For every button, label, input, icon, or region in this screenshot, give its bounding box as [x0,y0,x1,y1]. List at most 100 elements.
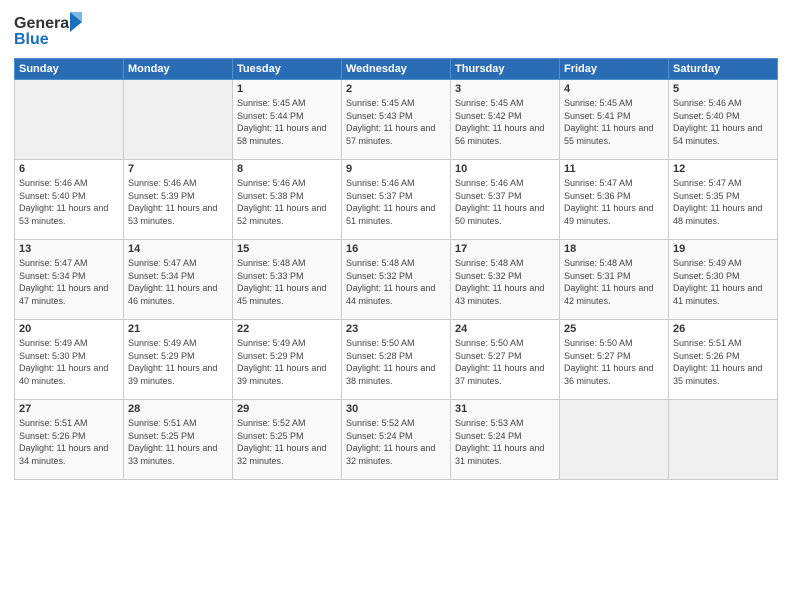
week-row-5: 27 Sunrise: 5:51 AM Sunset: 5:26 PM Dayli… [15,400,778,480]
day-info: Sunrise: 5:49 AM Sunset: 5:29 PM Dayligh… [128,337,228,387]
day-info: Sunrise: 5:45 AM Sunset: 5:41 PM Dayligh… [564,97,664,147]
day-number: 1 [237,83,337,95]
day-number: 15 [237,243,337,255]
calendar-cell [124,80,233,160]
day-info: Sunrise: 5:46 AM Sunset: 5:37 PM Dayligh… [455,177,555,227]
day-number: 29 [237,403,337,415]
day-info: Sunrise: 5:48 AM Sunset: 5:32 PM Dayligh… [346,257,446,307]
day-number: 14 [128,243,228,255]
day-info: Sunrise: 5:48 AM Sunset: 5:32 PM Dayligh… [455,257,555,307]
calendar-cell: 4 Sunrise: 5:45 AM Sunset: 5:41 PM Daylig… [560,80,669,160]
calendar-cell: 11 Sunrise: 5:47 AM Sunset: 5:36 PM Dayli… [560,160,669,240]
header: GeneralBlue [14,10,778,52]
day-info: Sunrise: 5:52 AM Sunset: 5:24 PM Dayligh… [346,417,446,467]
day-info: Sunrise: 5:50 AM Sunset: 5:28 PM Dayligh… [346,337,446,387]
day-number: 21 [128,323,228,335]
day-number: 4 [564,83,664,95]
day-number: 18 [564,243,664,255]
day-number: 10 [455,163,555,175]
day-info: Sunrise: 5:49 AM Sunset: 5:30 PM Dayligh… [19,337,119,387]
calendar-cell: 22 Sunrise: 5:49 AM Sunset: 5:29 PM Dayli… [233,320,342,400]
logo-svg: GeneralBlue [14,10,84,52]
week-row-2: 6 Sunrise: 5:46 AM Sunset: 5:40 PM Daylig… [15,160,778,240]
calendar-cell: 7 Sunrise: 5:46 AM Sunset: 5:39 PM Daylig… [124,160,233,240]
calendar-cell: 19 Sunrise: 5:49 AM Sunset: 5:30 PM Dayli… [669,240,778,320]
day-info: Sunrise: 5:45 AM Sunset: 5:43 PM Dayligh… [346,97,446,147]
day-number: 17 [455,243,555,255]
day-number: 6 [19,163,119,175]
day-info: Sunrise: 5:46 AM Sunset: 5:39 PM Dayligh… [128,177,228,227]
calendar-cell: 6 Sunrise: 5:46 AM Sunset: 5:40 PM Daylig… [15,160,124,240]
day-number: 13 [19,243,119,255]
day-info: Sunrise: 5:53 AM Sunset: 5:24 PM Dayligh… [455,417,555,467]
calendar-cell: 21 Sunrise: 5:49 AM Sunset: 5:29 PM Dayli… [124,320,233,400]
calendar-cell: 25 Sunrise: 5:50 AM Sunset: 5:27 PM Dayli… [560,320,669,400]
calendar-cell: 8Sunrise: 5:46 AM Sunset: 5:38 PM Daylig… [233,160,342,240]
day-info: Sunrise: 5:47 AM Sunset: 5:36 PM Dayligh… [564,177,664,227]
calendar-table: SundayMondayTuesdayWednesdayThursdayFrid… [14,58,778,480]
calendar-cell: 10 Sunrise: 5:46 AM Sunset: 5:37 PM Dayli… [451,160,560,240]
calendar-cell [669,400,778,480]
day-info: Sunrise: 5:45 AM Sunset: 5:44 PM Dayligh… [237,97,337,147]
calendar-cell: 28Sunrise: 5:51 AM Sunset: 5:25 PM Dayli… [124,400,233,480]
day-number: 8 [237,163,337,175]
header-friday: Friday [560,59,669,80]
calendar-cell: 29Sunrise: 5:52 AM Sunset: 5:25 PM Dayli… [233,400,342,480]
day-number: 24 [455,323,555,335]
day-info: Sunrise: 5:49 AM Sunset: 5:30 PM Dayligh… [673,257,773,307]
day-info: Sunrise: 5:51 AM Sunset: 5:26 PM Dayligh… [19,417,119,467]
day-number: 3 [455,83,555,95]
calendar-cell: 14Sunrise: 5:47 AM Sunset: 5:34 PM Dayli… [124,240,233,320]
day-number: 31 [455,403,555,415]
page-container: GeneralBlue SundayMondayTuesdayWednesday… [0,0,792,490]
svg-text:General: General [14,15,74,32]
day-info: Sunrise: 5:47 AM Sunset: 5:34 PM Dayligh… [19,257,119,307]
week-row-4: 20 Sunrise: 5:49 AM Sunset: 5:30 PM Dayli… [15,320,778,400]
day-number: 2 [346,83,446,95]
day-info: Sunrise: 5:46 AM Sunset: 5:40 PM Dayligh… [19,177,119,227]
week-row-1: 1 Sunrise: 5:45 AM Sunset: 5:44 PM Daylig… [15,80,778,160]
calendar-cell: 24Sunrise: 5:50 AM Sunset: 5:27 PM Dayli… [451,320,560,400]
calendar-cell: 30 Sunrise: 5:52 AM Sunset: 5:24 PM Dayli… [342,400,451,480]
calendar-cell: 16 Sunrise: 5:48 AM Sunset: 5:32 PM Dayli… [342,240,451,320]
day-number: 11 [564,163,664,175]
calendar-cell: 26Sunrise: 5:51 AM Sunset: 5:26 PM Dayli… [669,320,778,400]
svg-text:Blue: Blue [14,31,49,48]
header-saturday: Saturday [669,59,778,80]
day-number: 9 [346,163,446,175]
day-info: Sunrise: 5:46 AM Sunset: 5:40 PM Dayligh… [673,97,773,147]
day-info: Sunrise: 5:49 AM Sunset: 5:29 PM Dayligh… [237,337,337,387]
day-number: 23 [346,323,446,335]
day-number: 16 [346,243,446,255]
calendar-cell: 12Sunrise: 5:47 AM Sunset: 5:35 PM Dayli… [669,160,778,240]
calendar-cell: 3 Sunrise: 5:45 AM Sunset: 5:42 PM Daylig… [451,80,560,160]
day-info: Sunrise: 5:48 AM Sunset: 5:33 PM Dayligh… [237,257,337,307]
day-number: 12 [673,163,773,175]
day-number: 7 [128,163,228,175]
day-number: 19 [673,243,773,255]
day-number: 30 [346,403,446,415]
day-info: Sunrise: 5:48 AM Sunset: 5:31 PM Dayligh… [564,257,664,307]
day-number: 20 [19,323,119,335]
calendar-cell: 18 Sunrise: 5:48 AM Sunset: 5:31 PM Dayli… [560,240,669,320]
day-info: Sunrise: 5:45 AM Sunset: 5:42 PM Dayligh… [455,97,555,147]
calendar-cell: 5Sunrise: 5:46 AM Sunset: 5:40 PM Daylig… [669,80,778,160]
day-number: 27 [19,403,119,415]
calendar-cell [560,400,669,480]
calendar-cell: 23 Sunrise: 5:50 AM Sunset: 5:28 PM Dayli… [342,320,451,400]
header-wednesday: Wednesday [342,59,451,80]
calendar-cell: 17 Sunrise: 5:48 AM Sunset: 5:32 PM Dayli… [451,240,560,320]
day-number: 25 [564,323,664,335]
day-info: Sunrise: 5:51 AM Sunset: 5:26 PM Dayligh… [673,337,773,387]
day-info: Sunrise: 5:46 AM Sunset: 5:37 PM Dayligh… [346,177,446,227]
calendar-cell: 20 Sunrise: 5:49 AM Sunset: 5:30 PM Dayli… [15,320,124,400]
calendar-cell: 13 Sunrise: 5:47 AM Sunset: 5:34 PM Dayli… [15,240,124,320]
logo: GeneralBlue [14,10,84,52]
day-info: Sunrise: 5:50 AM Sunset: 5:27 PM Dayligh… [564,337,664,387]
calendar-cell [15,80,124,160]
calendar-cell: 31 Sunrise: 5:53 AM Sunset: 5:24 PM Dayli… [451,400,560,480]
header-tuesday: Tuesday [233,59,342,80]
header-monday: Monday [124,59,233,80]
day-number: 28 [128,403,228,415]
day-number: 22 [237,323,337,335]
